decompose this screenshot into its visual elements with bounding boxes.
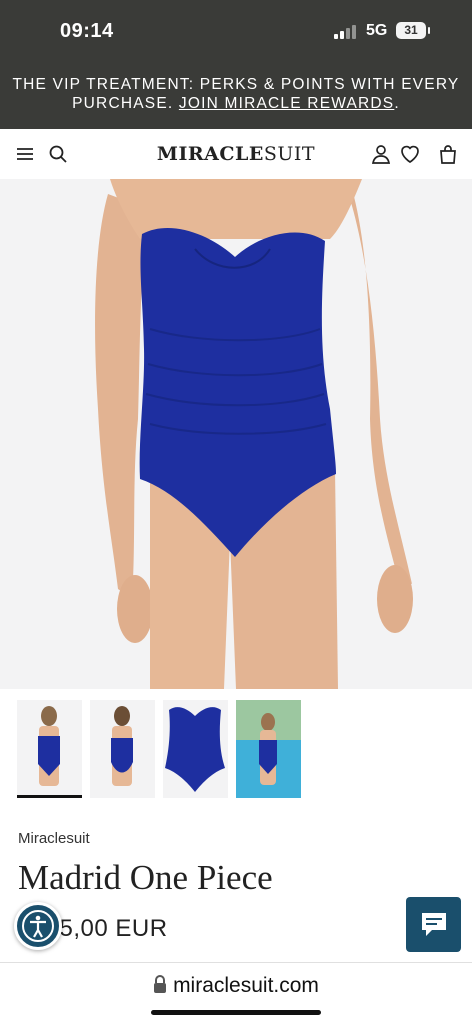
promo-banner: THE VIP TREATMENT: PERKS & POINTS WITH E… [0, 64, 472, 129]
rewards-link[interactable]: JOIN MIRACLE REWARDS [179, 95, 394, 112]
thumbnail-front[interactable] [17, 700, 82, 798]
url-text: miraclesuit.com [173, 974, 319, 997]
chat-bubble-icon [422, 913, 446, 936]
accessibility-icon [22, 910, 54, 942]
lock-icon [154, 975, 167, 993]
battery-icon: 31 [396, 22, 430, 39]
swimsuit-model-illustration [95, 179, 413, 689]
thumbnail-back[interactable] [90, 700, 155, 798]
top-nav: MIRACLESUIT [0, 129, 472, 180]
logo-bold: MIRACLE [156, 143, 264, 165]
cart-bag-icon[interactable] [436, 142, 460, 166]
product-brand[interactable]: Miraclesuit [18, 830, 90, 847]
thumbnail-pool[interactable] [236, 700, 301, 798]
product-title: Madrid One Piece [18, 858, 273, 897]
account-icon[interactable] [369, 142, 393, 166]
accessibility-button[interactable] [14, 902, 62, 950]
product-image[interactable] [0, 179, 472, 689]
promo-end: . [394, 95, 400, 112]
chat-button[interactable] [406, 897, 461, 952]
status-bar: 09:14 5G 31 [0, 0, 472, 64]
wishlist-heart-icon[interactable] [398, 142, 422, 166]
status-time: 09:14 [60, 20, 114, 42]
network-label: 5G [366, 22, 388, 39]
home-indicator[interactable] [151, 1010, 321, 1015]
logo-light: SUIT [263, 143, 316, 165]
thumbnail-strip [17, 700, 301, 798]
thumbnail-flat[interactable] [163, 700, 228, 798]
signal-icon [334, 24, 356, 39]
